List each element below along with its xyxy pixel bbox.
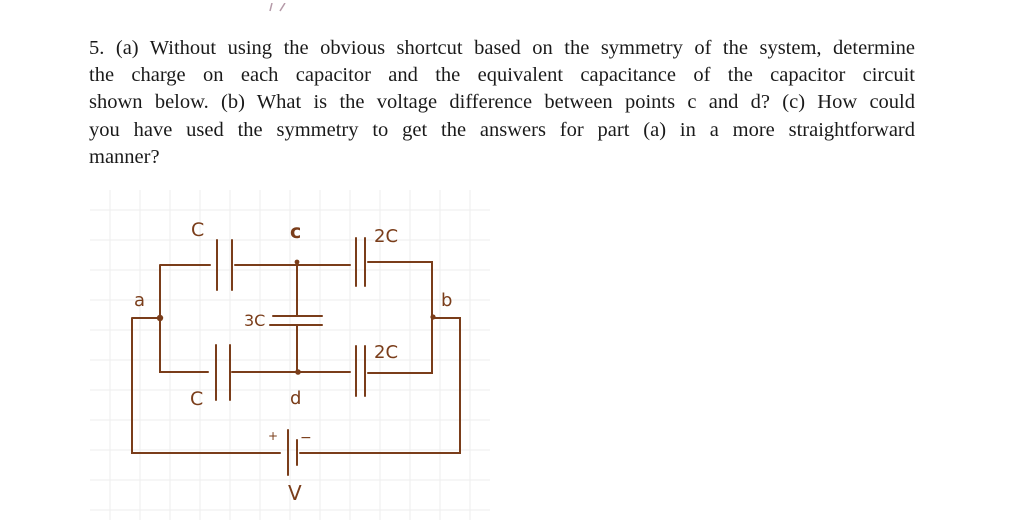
capacitor-middle: [269, 315, 323, 326]
node-a: [156, 314, 164, 322]
wire-top-left: [159, 264, 211, 339]
label-node-a: a: [134, 290, 145, 311]
label-node-d: d: [290, 388, 301, 409]
label-middle-cap: 3C: [244, 311, 265, 330]
cropped-header-fragment: [240, 0, 360, 12]
problem-line: you have used the symmetry to get the an…: [89, 118, 915, 141]
node-d: [295, 369, 301, 375]
label-battery-voltage: V: [288, 481, 302, 505]
label-node-c: c: [290, 221, 301, 243]
problem-line: the charge on each capacitor and the equ…: [89, 64, 915, 87]
label-top-right-cap: 2C: [374, 226, 398, 247]
problem-line: 5. (a) Without using the obvious shortcu…: [89, 37, 915, 59]
capacitor-bottom-right: [355, 345, 366, 397]
label-battery-minus: −: [300, 430, 312, 446]
circuit-diagram: C c 2C a b 3C 2C C d + − V: [90, 190, 490, 520]
label-bottom-right-cap: 2C: [374, 342, 398, 363]
label-node-b: b: [441, 290, 452, 311]
battery: [287, 429, 298, 476]
label-top-left-cap: C: [191, 219, 204, 241]
node-b: [430, 314, 436, 320]
problem-line: manner?: [89, 145, 160, 168]
label-battery-plus: +: [268, 429, 278, 443]
capacitor-top-right: [355, 237, 366, 287]
problem-line: shown below. (b) What is the voltage dif…: [89, 91, 915, 114]
label-bottom-left-cap: C: [190, 388, 203, 410]
problem-statement: 5. (a) Without using the obvious shortcu…: [89, 35, 915, 171]
wire-bottom-left: [159, 317, 209, 373]
wire-outer-left: [131, 317, 281, 454]
capacitor-bottom-left: [215, 344, 231, 401]
node-c: [294, 259, 300, 265]
